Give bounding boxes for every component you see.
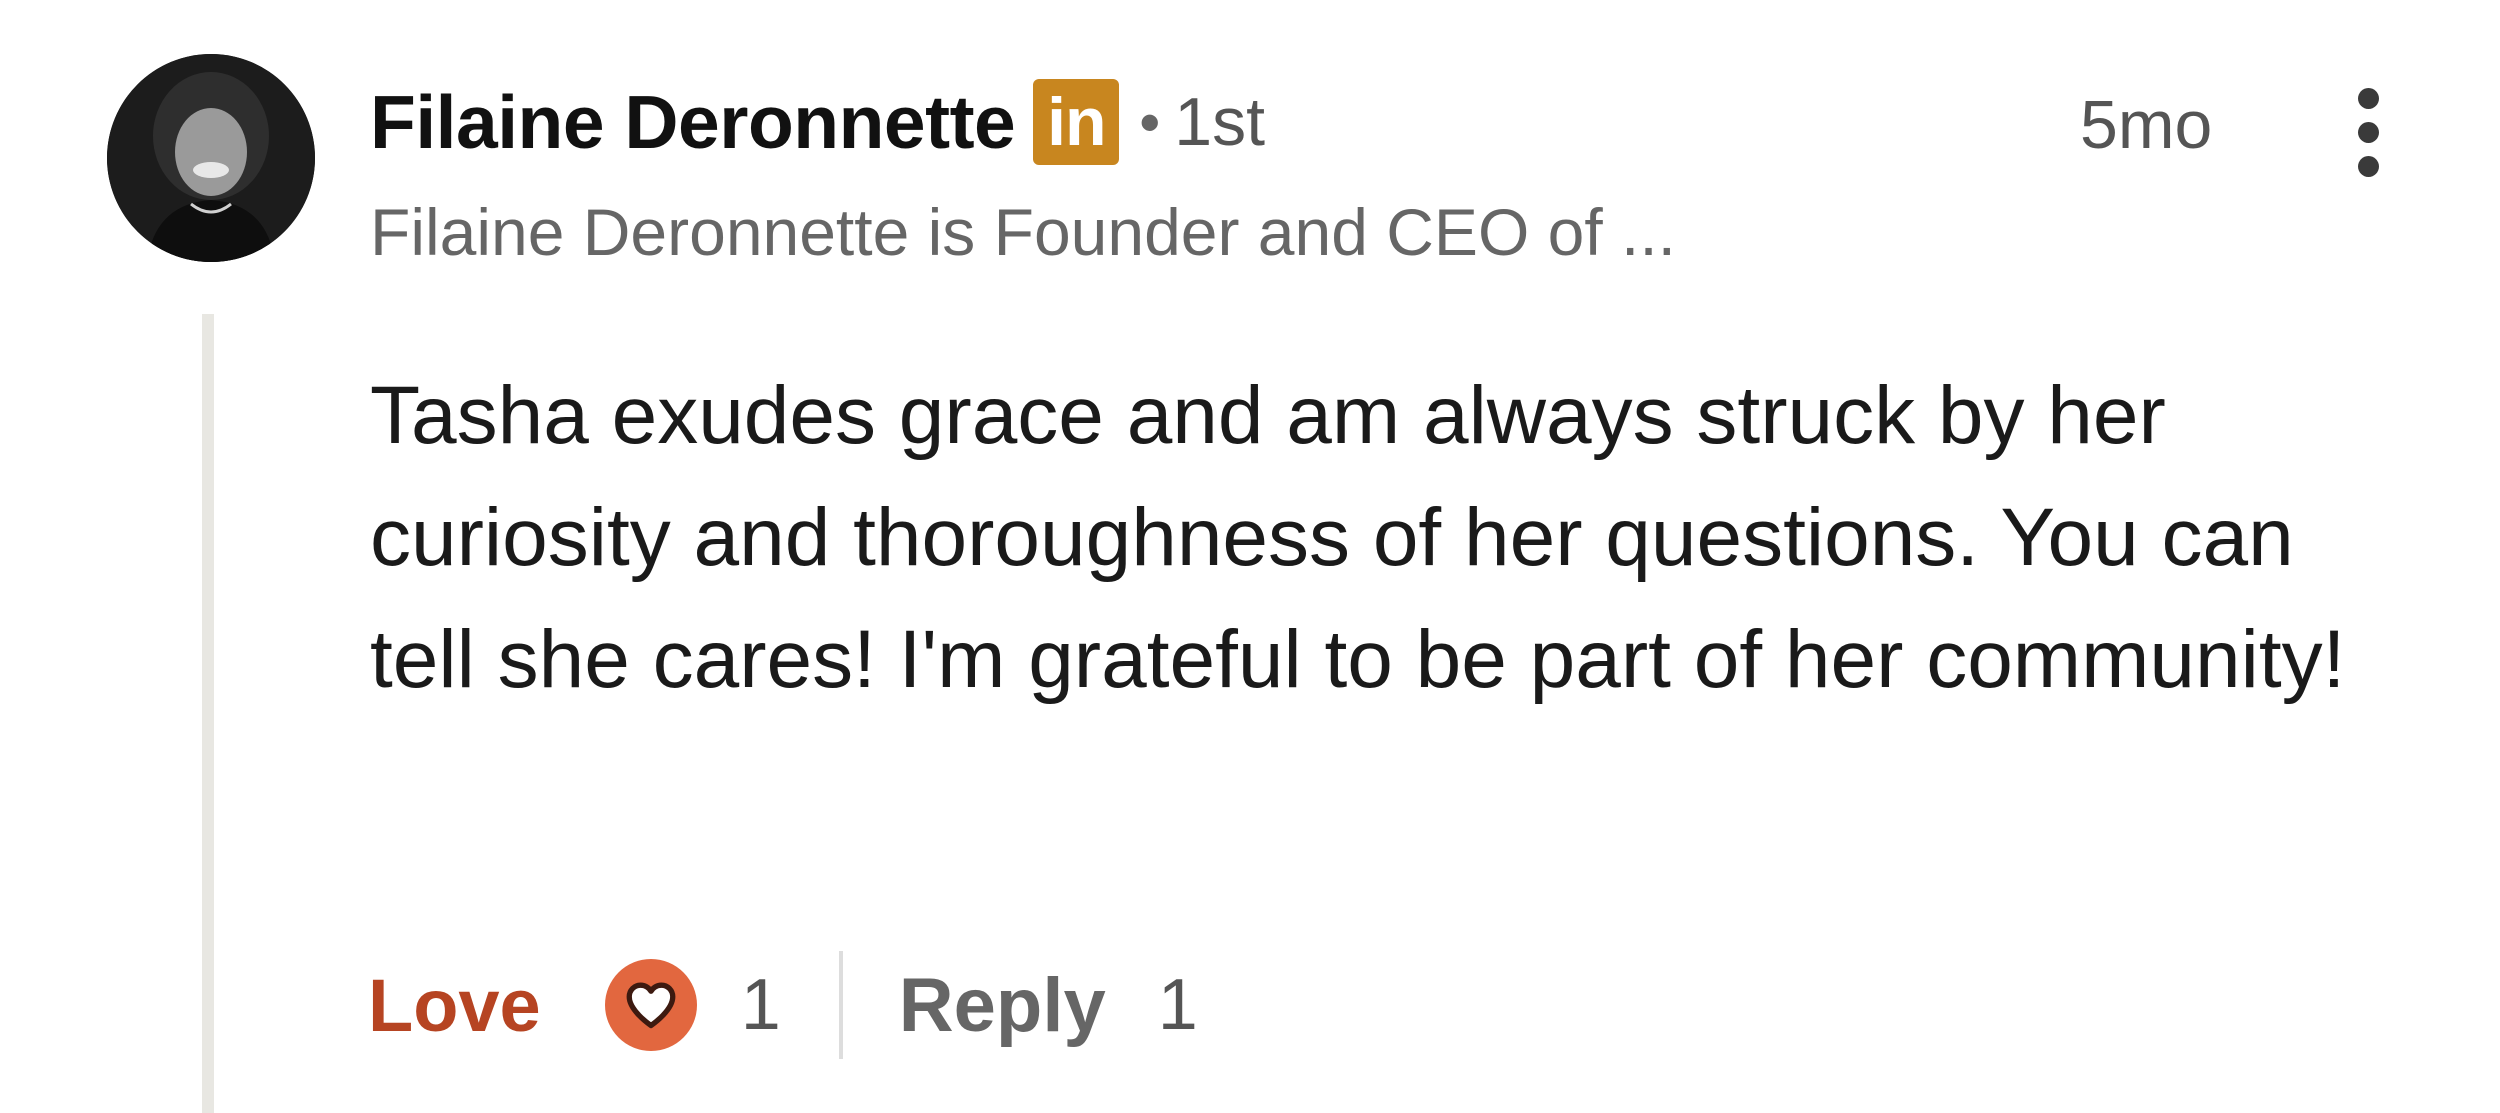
more-options-button[interactable] — [2340, 82, 2396, 182]
degree-separator: • — [1139, 88, 1161, 156]
connection-degree: 1st — [1174, 84, 1266, 160]
comment-card: Filaine Deronnette in • 1st Filaine Dero… — [0, 0, 2500, 1113]
comment-timestamp: 5mo — [2080, 87, 2213, 163]
reply-button[interactable]: Reply — [899, 962, 1106, 1049]
reply-count[interactable]: 1 — [1158, 964, 1198, 1046]
more-vertical-icon — [2358, 88, 2379, 109]
reaction-count[interactable]: 1 — [741, 964, 781, 1046]
thread-line — [202, 314, 214, 1113]
more-vertical-icon-dot — [2358, 122, 2379, 143]
comment-text: Tasha exudes grace and am always struck … — [370, 370, 2346, 705]
author-headline[interactable]: Filaine Deronnette is Founder and CEO of… — [370, 192, 1676, 272]
linkedin-badge-icon: in — [1033, 79, 1120, 165]
author-avatar[interactable] — [107, 54, 315, 262]
profile-photo — [107, 54, 315, 262]
author-header: Filaine Deronnette in • 1st — [370, 72, 1265, 172]
action-divider — [838, 951, 843, 1059]
love-button[interactable]: Love — [368, 963, 541, 1048]
reaction-badge[interactable] — [604, 959, 697, 1051]
author-name[interactable]: Filaine Deronnette — [370, 79, 1016, 165]
heart-icon — [626, 982, 676, 1029]
more-vertical-icon-dot — [2358, 156, 2379, 177]
comment-actions: Love 1 Reply 1 — [368, 945, 1198, 1065]
